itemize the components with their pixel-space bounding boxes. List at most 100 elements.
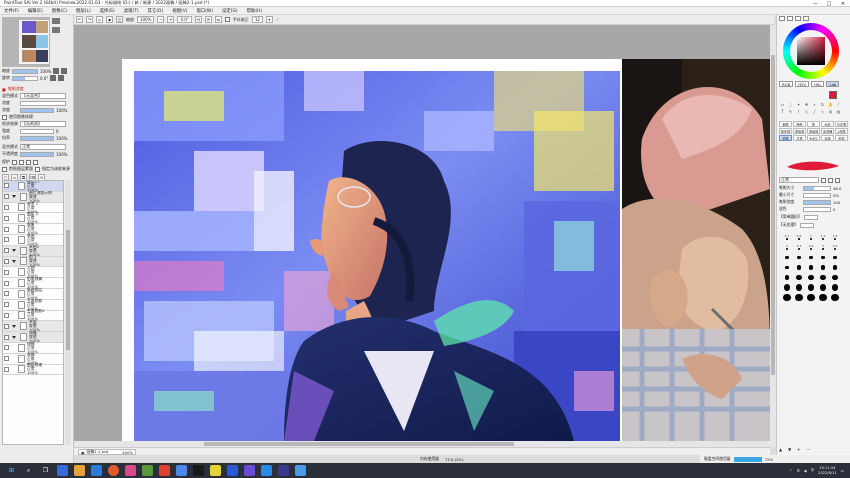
scale-slider[interactable]: [20, 135, 54, 141]
folder-expand-icon[interactable]: [12, 249, 16, 253]
rotate-icon[interactable]: ↻: [819, 101, 826, 107]
brush-tool-button[interactable]: 2值笔: [835, 128, 848, 134]
brush-size-preset[interactable]: [805, 293, 817, 302]
brush-tool-button[interactable]: 马克笔: [835, 121, 848, 127]
min-size-slider[interactable]: [803, 192, 831, 198]
menu-help[interactable]: 帮助(H): [247, 8, 263, 14]
angle-field[interactable]: 0.0°: [177, 16, 192, 23]
nav-zoom-button[interactable]: [52, 18, 60, 24]
brush-size-preset[interactable]: [781, 293, 793, 302]
swatches-tab[interactable]: [795, 16, 801, 21]
layer-scrollbar[interactable]: [65, 180, 71, 445]
network-icon[interactable]: ☰: [797, 469, 800, 473]
color-mode-hsl[interactable]: HSL: [811, 81, 825, 87]
app-icon-sky[interactable]: [261, 465, 272, 476]
add-preset-icon[interactable]: +: [797, 447, 800, 452]
brush-size-preset[interactable]: [793, 273, 805, 282]
gradient-icon[interactable]: ▤: [835, 108, 842, 114]
menu-image[interactable]: 图像(C): [52, 8, 67, 14]
blend-slider[interactable]: [803, 206, 831, 212]
brush-tool-button[interactable]: 铅笔: [779, 135, 792, 141]
brush-shape-3[interactable]: [835, 177, 840, 183]
brush-size-preset[interactable]: [781, 263, 793, 272]
strength-slider[interactable]: [20, 128, 54, 134]
visibility-eye-icon[interactable]: [4, 345, 9, 351]
brush-size-preset[interactable]: 3.5: [829, 243, 841, 252]
redo-button[interactable]: ↷: [86, 16, 93, 23]
menu-settings[interactable]: 设定(G): [222, 8, 238, 14]
canvas-paper[interactable]: [122, 59, 622, 441]
app-icon-purple[interactable]: [244, 465, 255, 476]
brush-size-preset[interactable]: 2: [781, 243, 793, 252]
visibility-eye-icon[interactable]: [4, 204, 9, 210]
rotate-left-small-button[interactable]: [50, 75, 57, 81]
brush-size-preset[interactable]: [817, 263, 829, 272]
brush-tool-button[interactable]: 平笔: [793, 135, 806, 141]
folder-expand-icon[interactable]: [12, 335, 16, 339]
tray-chevron-icon[interactable]: ^: [790, 469, 793, 473]
pen-icon[interactable]: ✎: [787, 108, 794, 114]
brush-icon[interactable]: ⌇: [795, 108, 802, 114]
reference-image[interactable]: [622, 59, 770, 441]
stabilizer-field[interactable]: 12: [251, 16, 263, 23]
brush-tool-button[interactable]: 喷枪: [793, 121, 806, 127]
app-icon-yellow[interactable]: [210, 465, 221, 476]
scroll-down-icon[interactable]: ▼: [788, 447, 791, 452]
zoom-in-button[interactable]: +: [167, 16, 175, 23]
visibility-eye-icon[interactable]: [4, 258, 9, 264]
visibility-eye-icon[interactable]: [4, 312, 9, 318]
brush-size-preset[interactable]: [805, 283, 817, 292]
undo-button[interactable]: ↶: [76, 16, 83, 23]
layer-row[interactable]: 图层纹理 正常 100%: [3, 363, 63, 376]
zoom-field[interactable]: 100%: [137, 16, 155, 23]
brush-tool-button[interactable]: 油漆桶: [821, 128, 834, 134]
brush-tool-button[interactable]: 笔: [807, 121, 820, 127]
stabilizer-checkbox[interactable]: [224, 17, 230, 22]
brush-tool-button[interactable]: 涂抹: [821, 135, 834, 141]
visibility-eye-icon[interactable]: [4, 302, 9, 308]
folder-expand-icon[interactable]: [12, 324, 16, 328]
brush-tool-button[interactable]: 水彩: [821, 121, 834, 127]
menu-other[interactable]: 其它(O): [148, 8, 164, 14]
menu-filter[interactable]: 滤镜(T): [124, 8, 139, 14]
app-icon-navy[interactable]: [227, 465, 238, 476]
zoom-plus-button[interactable]: [61, 68, 68, 74]
rotate-right-button[interactable]: ⟳: [204, 16, 212, 23]
visibility-eye-icon[interactable]: [4, 194, 9, 200]
brush-size-preset[interactable]: [793, 253, 805, 262]
brush-shape-1[interactable]: [821, 177, 826, 183]
brush-size-preset[interactable]: [805, 263, 817, 272]
brush-tool-button[interactable]: 选择笔: [793, 128, 806, 134]
zoom-minus-button[interactable]: [53, 68, 60, 74]
brush-size-preset[interactable]: 3: [817, 243, 829, 252]
nav-rotate-button[interactable]: [52, 27, 60, 33]
layer-list[interactable]: 图层17 正常 100% 图片流程示例 穿透 100% 参考 1 正常 100% 图层 2 正常 10…: [2, 180, 64, 445]
canvas-area[interactable]: [74, 25, 770, 441]
menu-layer[interactable]: 图层(L): [76, 8, 91, 14]
rotate-slider[interactable]: [12, 75, 38, 81]
volume-icon[interactable]: ◀: [804, 469, 807, 473]
maximize-button[interactable]: □: [822, 0, 836, 7]
visibility-eye-icon[interactable]: [4, 280, 9, 286]
rotate-left-button[interactable]: ⟲: [194, 16, 202, 23]
text-icon[interactable]: T: [779, 108, 786, 114]
color-wheel-tab[interactable]: [779, 16, 785, 21]
color-slider-tab[interactable]: [787, 16, 793, 21]
scroll-up-icon[interactable]: ▲: [779, 447, 782, 452]
brush-size-slider[interactable]: [803, 185, 831, 191]
firefox-icon[interactable]: [108, 465, 119, 476]
protect-checkbox-1[interactable]: [12, 159, 17, 165]
brush-density-slider[interactable]: [803, 199, 831, 205]
windows-start-icon[interactable]: ⊞: [6, 465, 17, 476]
lasso-icon[interactable]: ◌: [787, 101, 794, 107]
shape-slider[interactable]: [803, 214, 818, 220]
brush-size-preset[interactable]: [829, 283, 841, 292]
visibility-eye-icon[interactable]: [4, 183, 9, 189]
select-source-checkbox[interactable]: [35, 166, 40, 172]
brush-size-preset[interactable]: [829, 273, 841, 282]
zoom-icon[interactable]: ⌕: [811, 101, 818, 107]
brush-size-preset[interactable]: [793, 283, 805, 292]
brush-size-preset[interactable]: 1.5: [829, 233, 841, 242]
task-view-icon[interactable]: ❐: [40, 465, 51, 476]
brush-size-preset[interactable]: [829, 253, 841, 262]
